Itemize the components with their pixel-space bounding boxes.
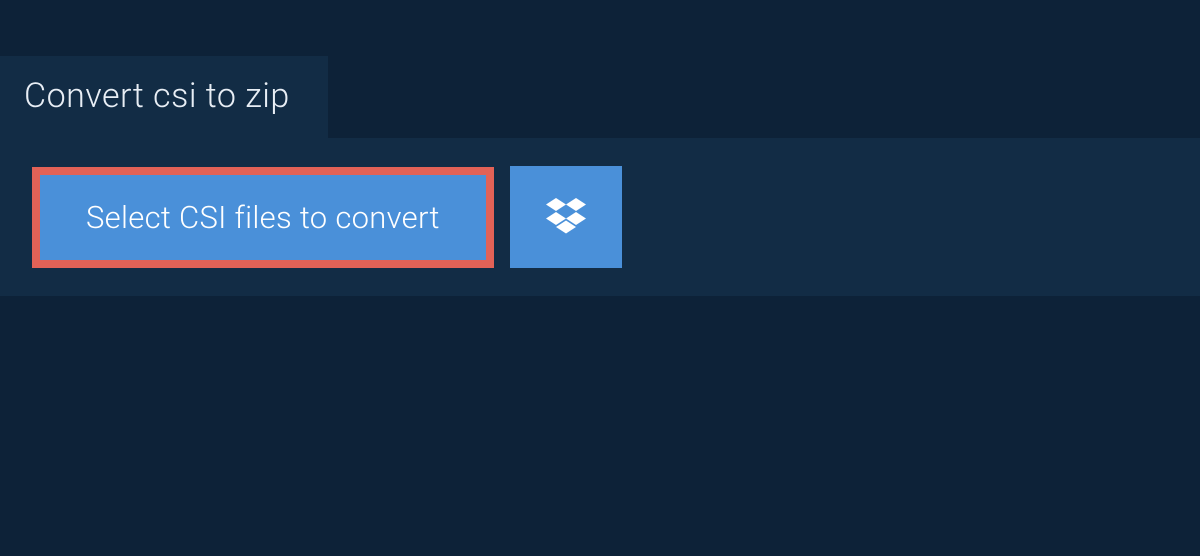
select-files-label: Select CSI files to convert: [86, 199, 440, 236]
dropbox-button[interactable]: [510, 166, 622, 268]
converter-panel: Select CSI files to convert: [0, 138, 1200, 296]
tab-bar: Convert csi to zip: [0, 56, 1200, 138]
select-files-button[interactable]: Select CSI files to convert: [32, 167, 494, 268]
tab-label: Convert csi to zip: [24, 76, 290, 116]
tab-convert[interactable]: Convert csi to zip: [0, 56, 328, 138]
dropbox-icon: [546, 198, 586, 237]
